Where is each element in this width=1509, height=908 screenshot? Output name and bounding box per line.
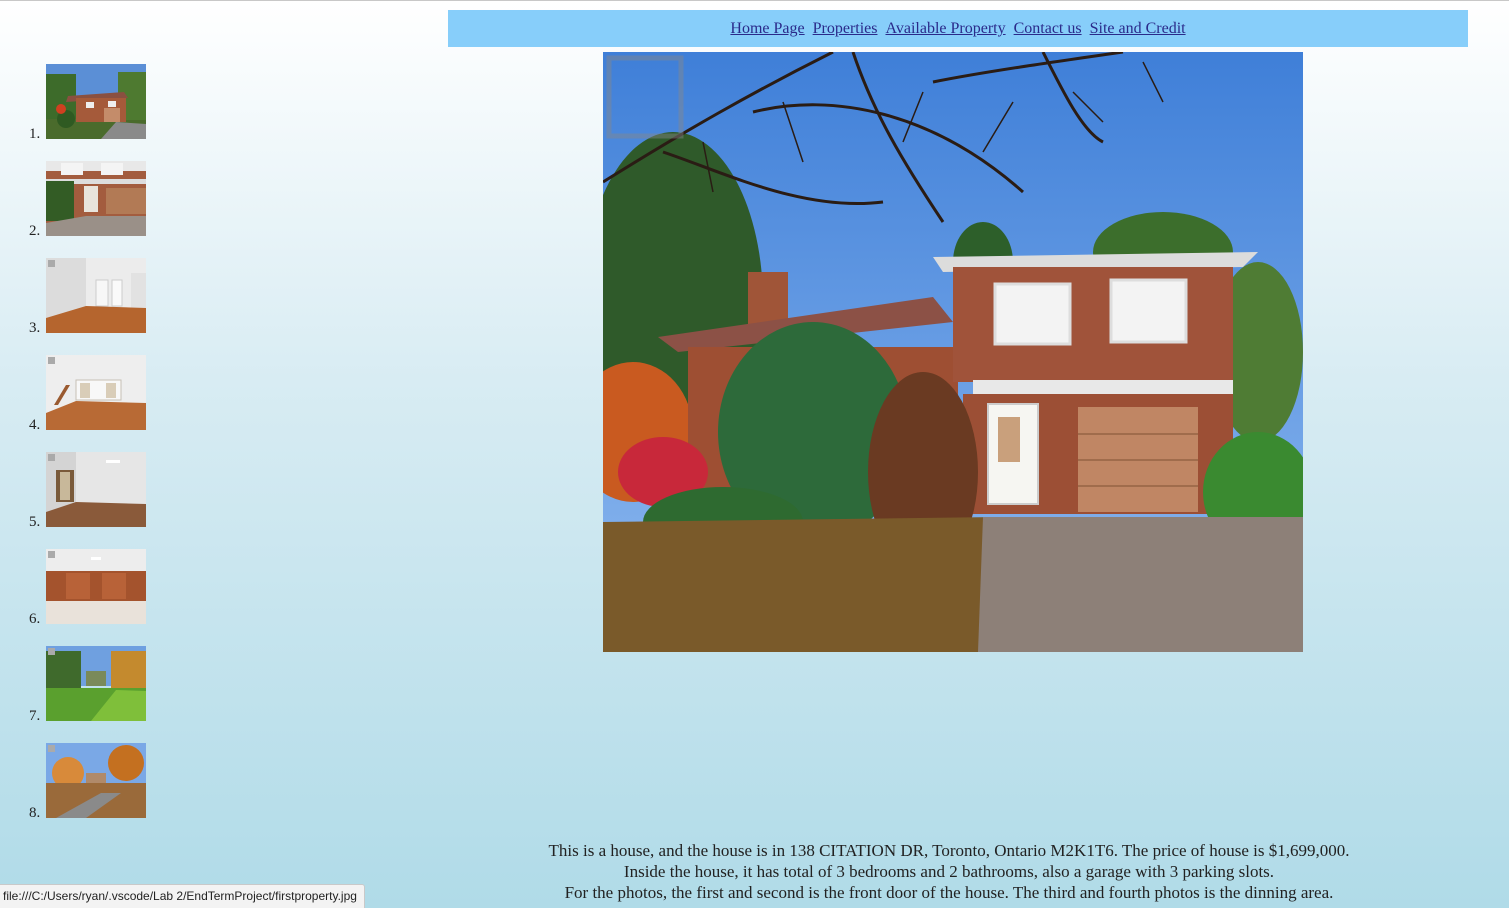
property-description: This is a house, and the house is in 138…: [449, 840, 1449, 903]
nav-link-home[interactable]: Home Page: [730, 20, 804, 37]
thumbnail-dining[interactable]: [46, 355, 146, 430]
description-line-3: For the photos, the first and second is …: [564, 883, 1334, 902]
nav-bar: Home Page Properties Available Property …: [448, 10, 1468, 47]
thumbnail-number: 2.: [29, 223, 41, 239]
thumbnail-room[interactable]: [46, 258, 146, 333]
thumbnail-number: 3.: [29, 320, 41, 336]
thumbnail-number: 4.: [29, 417, 41, 433]
nav-link-available-property[interactable]: Available Property: [885, 20, 1005, 37]
description-line-1: This is a house, and the house is in 138…: [548, 841, 1350, 860]
thumbnail-bedroom[interactable]: [46, 452, 146, 527]
thumbnail-house-front[interactable]: [46, 64, 146, 139]
link-status-bar: file:///C:/Users/ryan/.vscode/Lab 2/EndT…: [0, 884, 365, 908]
thumbnail-number: 6.: [29, 611, 41, 627]
thumbnail-number: 7.: [29, 708, 41, 724]
thumbnail-number: 5.: [29, 514, 41, 530]
nav-link-contact[interactable]: Contact us: [1014, 20, 1082, 37]
description-line-2: Inside the house, it has total of 3 bedr…: [623, 862, 1275, 881]
thumbnail-lawn[interactable]: [46, 646, 146, 721]
main-property-photo: [603, 52, 1303, 652]
thumbnail-number: 1.: [29, 126, 41, 142]
thumbnail-street[interactable]: [46, 743, 146, 818]
thumbnail-wood-room[interactable]: [46, 549, 146, 624]
thumbnail-number: 8.: [29, 805, 41, 821]
nav-link-site-credit[interactable]: Site and Credit: [1090, 20, 1186, 37]
thumbnail-front-door[interactable]: [46, 161, 146, 236]
house-photo-illustration: [603, 52, 1303, 652]
nav-link-properties[interactable]: Properties: [813, 20, 878, 37]
